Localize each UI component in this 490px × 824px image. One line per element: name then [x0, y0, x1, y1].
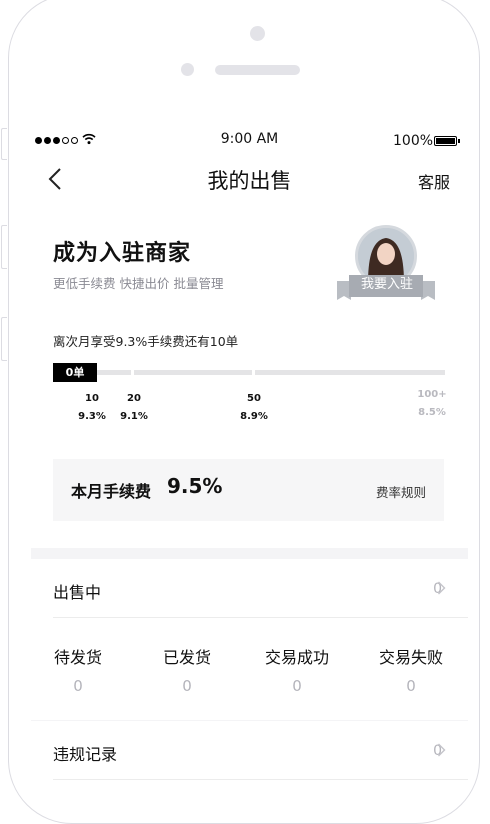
- battery-icon: [434, 136, 457, 146]
- fee-rules-link[interactable]: 费率规则: [376, 482, 426, 501]
- progress-note: 离次月享受9.3%手续费还有10单: [53, 334, 239, 349]
- merchant-title: 成为入驻商家: [53, 241, 192, 266]
- status-bar: 9:00 AM 100%: [31, 127, 468, 153]
- proximity-sensor: [181, 63, 194, 76]
- battery-tip: [458, 139, 460, 143]
- page-title: 我的出售: [207, 169, 292, 193]
- stat-value: 0: [406, 677, 416, 695]
- app-screen: 9:00 AM 100% 我的出售 客服 成为入驻商家 更低手续费 快捷出价 批…: [31, 127, 468, 790]
- tier-count: 100+: [417, 389, 447, 400]
- navigation-bar: 我的出售 客服: [31, 153, 468, 206]
- violations-row[interactable]: 违规记录 0: [31, 721, 468, 779]
- stat-shipped[interactable]: 已发货 0: [132, 644, 242, 695]
- earpiece-speaker: [215, 65, 300, 75]
- tier-rate: 8.9%: [240, 411, 268, 422]
- chevron-right-icon: [438, 581, 446, 595]
- mute-switch: [1, 128, 7, 160]
- join-merchant-button[interactable]: 我要入驻: [350, 275, 424, 295]
- stat-value: 0: [292, 677, 302, 695]
- volume-down-button: [1, 317, 7, 361]
- stat-value: 0: [73, 677, 83, 695]
- tier-rate: 8.5%: [418, 407, 446, 418]
- monthly-fee-value: 9.5%: [167, 474, 223, 498]
- stat-label: 交易成功: [264, 648, 329, 667]
- selling-row[interactable]: 出售中 0: [31, 559, 468, 617]
- tier-rate: 9.1%: [120, 411, 148, 422]
- tier-count: 20: [127, 393, 141, 404]
- monthly-fee-label: 本月手续费: [71, 482, 152, 501]
- sales-section: 出售中 0 待发货 0 已发货 0 交易成功 0 交易失败 0: [31, 559, 468, 720]
- stat-label: 待发货: [53, 648, 102, 667]
- divider: [53, 779, 468, 780]
- violations-label: 违规记录: [53, 745, 118, 764]
- selling-label: 出售中: [53, 583, 102, 602]
- battery-percentage: 100%: [393, 133, 434, 149]
- volume-up-button: [1, 225, 7, 269]
- stat-successful[interactable]: 交易成功 0: [242, 644, 352, 695]
- merchant-benefits: 更低手续费 快捷出价 批量管理: [53, 276, 224, 291]
- current-orders-badge: 0单: [53, 363, 97, 382]
- stat-label: 已发货: [162, 648, 211, 667]
- divider: [53, 617, 468, 618]
- tier-count: 50: [247, 393, 261, 404]
- stat-value: 0: [182, 677, 192, 695]
- order-progress-bar: [53, 370, 445, 375]
- stat-label: 交易失败: [378, 648, 443, 667]
- front-camera: [250, 26, 265, 41]
- stat-pending-shipment[interactable]: 待发货 0: [31, 644, 133, 695]
- monthly-fee-panel: 本月手续费 9.5% 费率规则: [53, 459, 444, 521]
- stat-failed[interactable]: 交易失败 0: [356, 644, 466, 695]
- tier-count: 10: [85, 393, 99, 404]
- violations-section: 违规记录 0: [31, 721, 468, 790]
- merchant-card: 成为入驻商家 更低手续费 快捷出价 批量管理 我要入驻 离次月享受9.3%手续费…: [31, 205, 468, 548]
- customer-service-button[interactable]: 客服: [418, 169, 450, 193]
- chevron-right-icon: [438, 743, 446, 757]
- tier-rate: 9.3%: [78, 411, 106, 422]
